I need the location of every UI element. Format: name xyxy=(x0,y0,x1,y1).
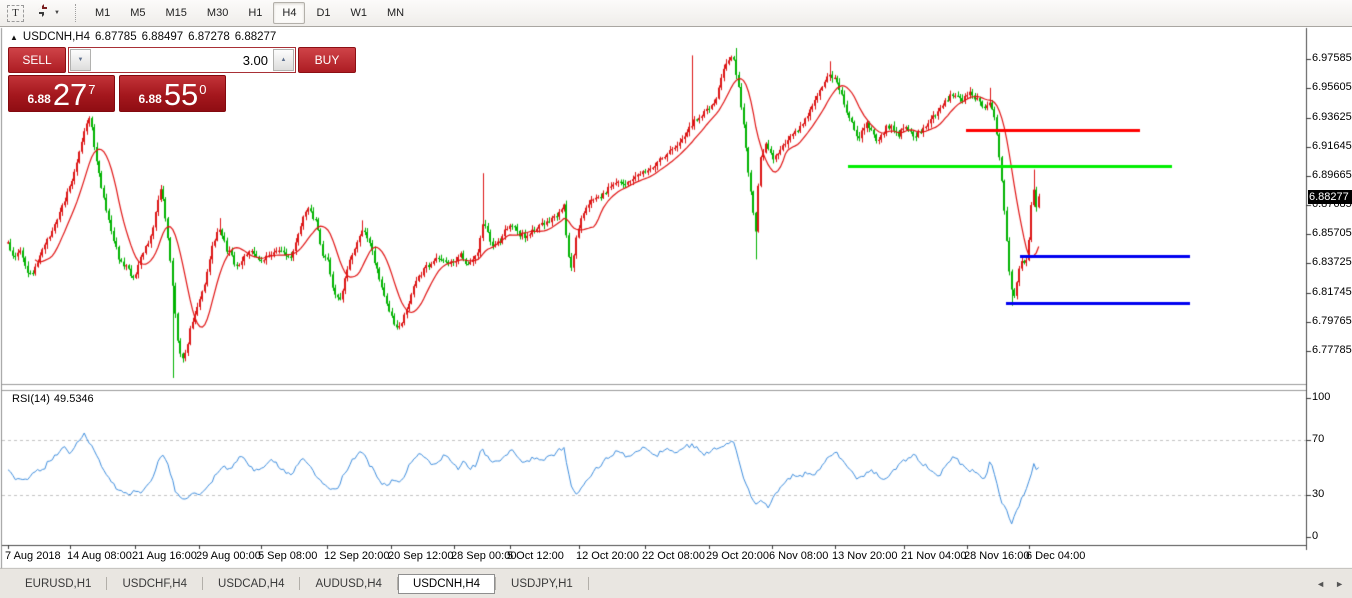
rsi-axis-tick-label: 100 xyxy=(1312,391,1330,403)
timeframe-button-h4[interactable]: H4 xyxy=(273,2,305,24)
timeframe-button-m15[interactable]: M15 xyxy=(157,2,196,24)
timeframe-button-mn[interactable]: MN xyxy=(378,2,413,24)
tab-scroll-left-icon[interactable]: ◄ xyxy=(1316,579,1325,589)
rsi-value: 49.5346 xyxy=(54,393,94,405)
tab-separator xyxy=(588,577,589,590)
volume-decrease-button[interactable]: ▼ xyxy=(70,49,91,71)
rsi-indicator-caption: RSI(14) 49.5346 xyxy=(12,393,94,405)
time-axis-tick-label: 13 Nov 20:00 xyxy=(832,550,897,562)
chart-tab-usdcad[interactable]: USDCAD,H4 xyxy=(203,574,299,594)
current-price-badge: 6.88277 xyxy=(1308,190,1352,204)
sell-price-main: 27 xyxy=(53,78,87,111)
chart-tab-bar: EURUSD,H1USDCHF,H4USDCAD,H4AUDUSD,H4USDC… xyxy=(0,569,1352,598)
cycle-arrows-icon xyxy=(35,3,51,23)
time-axis-tick-label: 21 Nov 04:00 xyxy=(901,550,966,562)
time-axis-tick-label: 5 Sep 08:00 xyxy=(258,550,317,562)
chart-symbol-label: USDCNH,H4 xyxy=(23,31,90,43)
sell-button[interactable]: SELL xyxy=(8,47,66,73)
chart-tab-audusd[interactable]: AUDUSD,H4 xyxy=(300,574,396,594)
time-axis-tick-label: 22 Oct 08:00 xyxy=(642,550,705,562)
time-axis-tick-label: 29 Aug 00:00 xyxy=(196,550,261,562)
chart-tab-eurusd[interactable]: EURUSD,H1 xyxy=(10,574,106,594)
chevron-down-icon: ▼ xyxy=(54,10,60,16)
timeframe-button-m30[interactable]: M30 xyxy=(198,2,237,24)
volume-spinner: ▼ ▲ xyxy=(68,47,296,73)
price-axis-tick-label: 6.85705 xyxy=(1312,227,1352,239)
text-label-tool-button[interactable]: T xyxy=(3,2,28,24)
time-axis-tick-label: 6 Dec 04:00 xyxy=(1026,550,1085,562)
top-toolbar: T ▼ M1M5M15M30H1H4D1W1MN xyxy=(0,0,1352,27)
rsi-axis-tick-label: 30 xyxy=(1312,488,1324,500)
time-axis-tick-label: 21 Aug 16:00 xyxy=(132,550,197,562)
tab-scroll-right-icon[interactable]: ► xyxy=(1335,579,1344,589)
time-axis-tick-label: 12 Oct 20:00 xyxy=(576,550,639,562)
price-axis-tick-label: 6.95605 xyxy=(1312,81,1352,93)
buy-price-prefix: 6.88 xyxy=(138,92,161,106)
tab-scroll-arrows: ◄ ► xyxy=(1316,579,1344,589)
timeframe-toolbar: M1M5M15M30H1H4D1W1MN xyxy=(85,2,414,24)
buy-button[interactable]: BUY xyxy=(298,47,356,73)
price-axis-tick-label: 6.89665 xyxy=(1312,169,1352,181)
rsi-label: RSI(14) xyxy=(12,393,50,405)
chart-tab-usdjpy[interactable]: USDJPY,H1 xyxy=(496,574,588,594)
buy-price-button[interactable]: 6.88 55 0 xyxy=(119,75,226,112)
cycle-symbols-button[interactable]: ▼ xyxy=(31,2,64,24)
price-axis-tick-label: 6.93625 xyxy=(1312,111,1352,123)
ohlc-high: 6.88497 xyxy=(142,31,184,43)
price-axis-tick-label: 6.79765 xyxy=(1312,315,1352,327)
sell-price-pip: 7 xyxy=(88,82,95,97)
volume-input[interactable] xyxy=(92,48,272,72)
price-axis-tick-label: 6.83725 xyxy=(1312,256,1352,268)
volume-increase-button[interactable]: ▲ xyxy=(273,49,294,71)
chart-header: ▲ USDCNH,H4 6.87785 6.88497 6.87278 6.88… xyxy=(10,31,276,43)
chart-tab-usdchf[interactable]: USDCHF,H4 xyxy=(107,574,202,594)
time-axis-tick-label: 28 Nov 16:00 xyxy=(964,550,1029,562)
ohlc-open: 6.87785 xyxy=(95,31,137,43)
price-axis-tick-label: 6.91645 xyxy=(1312,140,1352,152)
time-axis-tick-label: 29 Oct 20:00 xyxy=(706,550,769,562)
terminal-window: T ▼ M1M5M15M30H1H4D1W1MN ▲ USDCNH,H4 6.8… xyxy=(0,0,1352,598)
time-axis-tick-label: 6 Nov 08:00 xyxy=(769,550,828,562)
buy-price-pip: 0 xyxy=(199,82,206,97)
sell-price-button[interactable]: 6.88 27 7 xyxy=(8,75,115,112)
spinner-down-icon: ▼ xyxy=(78,57,84,63)
time-axis-tick-label: 5 Oct 12:00 xyxy=(507,550,564,562)
ohlc-close: 6.88277 xyxy=(235,31,277,43)
timeframe-button-d1[interactable]: D1 xyxy=(307,2,339,24)
chart-tabs: EURUSD,H1USDCHF,H4USDCAD,H4AUDUSD,H4USDC… xyxy=(10,574,589,594)
one-click-trading-panel: SELL ▼ ▲ BUY 6.88 27 7 6.88 55 0 xyxy=(8,47,226,112)
time-axis-tick-label: 14 Aug 08:00 xyxy=(67,550,132,562)
chart-tab-usdcnh[interactable]: USDCNH,H4 xyxy=(398,574,495,594)
timeframe-button-w1[interactable]: W1 xyxy=(342,2,377,24)
sell-price-prefix: 6.88 xyxy=(27,92,50,106)
price-axis-tick-label: 6.97585 xyxy=(1312,52,1352,64)
ohlc-low: 6.87278 xyxy=(188,31,230,43)
rsi-axis-tick-label: 0 xyxy=(1312,530,1318,542)
toolbar-drag-handle[interactable] xyxy=(75,4,76,22)
time-axis-tick-label: 20 Sep 12:00 xyxy=(388,550,453,562)
timeframe-button-m1[interactable]: M1 xyxy=(86,2,119,24)
spinner-up-icon: ▲ xyxy=(281,57,287,63)
price-axis-tick-label: 6.77785 xyxy=(1312,344,1352,356)
timeframe-button-h1[interactable]: H1 xyxy=(239,2,271,24)
one-click-panel-toggle-icon[interactable]: ▲ xyxy=(10,33,18,42)
timeframe-button-m5[interactable]: M5 xyxy=(121,2,154,24)
buy-price-main: 55 xyxy=(164,78,198,111)
text-tool-icon: T xyxy=(7,5,24,22)
price-axis-tick-label: 6.81745 xyxy=(1312,286,1352,298)
time-axis-tick-label: 7 Aug 2018 xyxy=(5,550,61,562)
time-axis-tick-label: 12 Sep 20:00 xyxy=(324,550,389,562)
rsi-axis-tick-label: 70 xyxy=(1312,433,1324,445)
